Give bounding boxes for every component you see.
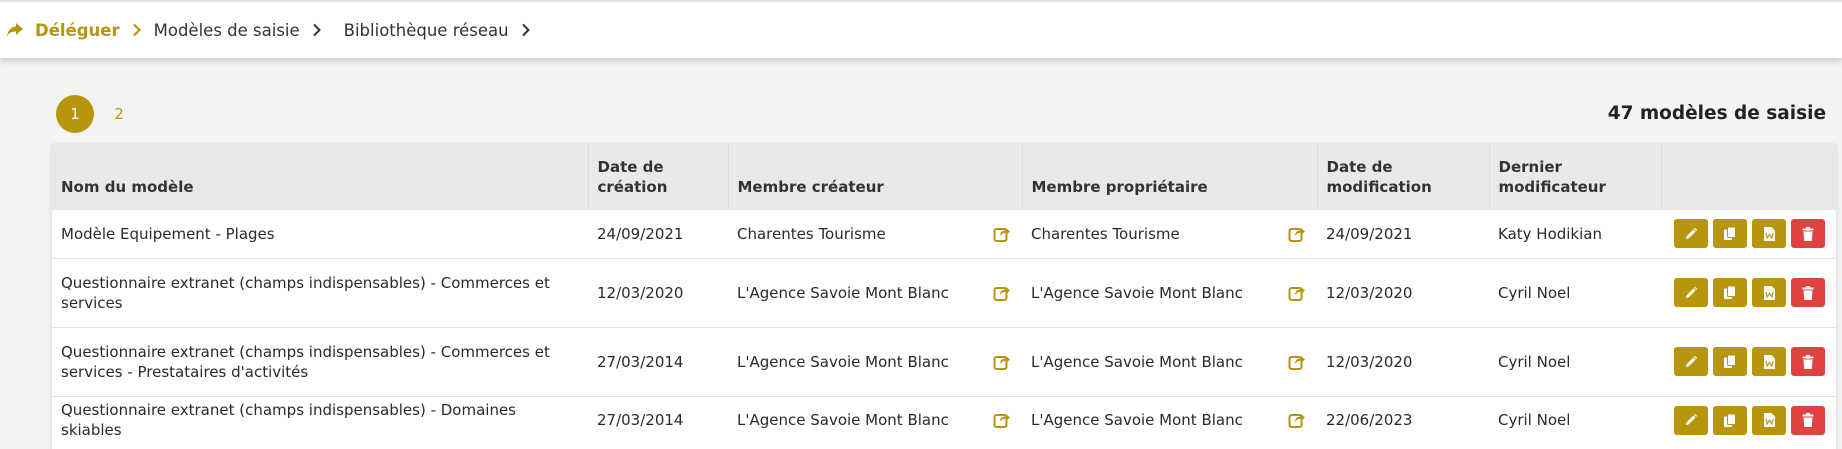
word-doc-icon — [1763, 285, 1775, 300]
breadcrumb-deleguer[interactable]: Déléguer — [35, 21, 120, 40]
cell-creator: L'Agence Savoie Mont Blanc — [728, 326, 1022, 396]
word-doc-icon — [1763, 354, 1775, 369]
copy-icon — [1724, 354, 1736, 368]
external-link-icon[interactable] — [993, 411, 1011, 429]
col-header-creator[interactable]: Membre créateur — [728, 144, 1023, 209]
col-header-created[interactable]: Date de création — [588, 144, 729, 209]
models-table: Nom du modèle Date de création Membre cré… — [52, 144, 1836, 449]
breadcrumb-modeles[interactable]: Modèles de saisie — [154, 21, 300, 40]
pencil-icon — [1686, 414, 1698, 426]
trash-icon — [1802, 226, 1814, 241]
delete-button[interactable] — [1791, 278, 1825, 307]
cell-name: Modèle Equipement - Plages — [52, 208, 588, 258]
edit-button[interactable] — [1674, 278, 1708, 307]
external-link-icon[interactable] — [1288, 225, 1306, 243]
export-word-button[interactable] — [1752, 219, 1786, 248]
word-doc-icon — [1763, 226, 1775, 241]
cell-modified: 22/06/2023 — [1317, 395, 1489, 444]
cell-actions — [1661, 257, 1836, 327]
cell-modifier: Cyril Noel — [1489, 257, 1661, 327]
table-row[interactable]: Questionnaire extranet (champs indispens… — [52, 257, 1836, 327]
trash-icon — [1802, 413, 1814, 428]
pagination: 1 2 — [56, 95, 138, 133]
cell-modifier: Katy Hodikian — [1489, 208, 1661, 258]
cell-modified: 12/03/2020 — [1317, 257, 1489, 327]
col-header-modified[interactable]: Date de modification — [1317, 144, 1490, 209]
external-link-icon[interactable] — [1288, 353, 1306, 371]
external-link-icon[interactable] — [1288, 411, 1306, 429]
duplicate-button[interactable] — [1713, 405, 1747, 435]
share-arrow-icon — [5, 21, 25, 39]
copy-icon — [1724, 285, 1736, 299]
cell-actions — [1661, 395, 1836, 444]
trash-icon — [1802, 354, 1814, 369]
cell-owner: L'Agence Savoie Mont Blanc — [1022, 326, 1317, 396]
word-doc-icon — [1763, 413, 1775, 428]
chevron-right-icon — [128, 21, 146, 39]
col-header-name[interactable]: Nom du modèle — [52, 144, 589, 209]
cell-created: 27/03/2014 — [588, 326, 728, 396]
cell-actions — [1661, 326, 1836, 396]
copy-icon — [1724, 413, 1736, 427]
external-link-icon[interactable] — [1288, 284, 1306, 302]
col-header-modifier[interactable]: Dernier modificateur — [1489, 144, 1662, 209]
export-word-button[interactable] — [1752, 405, 1786, 435]
cell-name: Questionnaire extranet (champs indispens… — [52, 326, 588, 396]
cell-owner: L'Agence Savoie Mont Blanc — [1022, 257, 1317, 327]
table-row[interactable]: Modèle Equipement - Plages 24/09/2021 Ch… — [52, 208, 1836, 258]
duplicate-button[interactable] — [1713, 278, 1747, 307]
export-word-button[interactable] — [1752, 278, 1786, 307]
cell-created: 24/09/2021 — [588, 208, 728, 258]
cell-creator: L'Agence Savoie Mont Blanc — [728, 395, 1022, 444]
trash-icon — [1802, 285, 1814, 300]
delete-button[interactable] — [1791, 347, 1825, 376]
delete-button[interactable] — [1791, 405, 1825, 435]
external-link-icon[interactable] — [993, 225, 1011, 243]
cell-owner: L'Agence Savoie Mont Blanc — [1022, 395, 1317, 444]
page-2-button[interactable]: 2 — [100, 95, 138, 133]
cell-modifier: Cyril Noel — [1489, 326, 1661, 396]
models-count: 47 modèles de saisie — [1607, 103, 1826, 124]
copy-icon — [1724, 226, 1736, 240]
cell-owner: Charentes Tourisme — [1022, 208, 1317, 258]
cell-modified: 12/03/2020 — [1317, 326, 1489, 396]
cell-modifier: Cyril Noel — [1489, 395, 1661, 444]
cell-modified: 24/09/2021 — [1317, 208, 1489, 258]
cell-actions — [1661, 208, 1836, 258]
table-header-row: Nom du modèle Date de création Membre cré… — [52, 144, 1836, 209]
table-row[interactable]: Questionnaire extranet (champs indispens… — [52, 395, 1836, 444]
cell-created: 12/03/2020 — [588, 257, 728, 327]
cell-creator: L'Agence Savoie Mont Blanc — [728, 257, 1022, 327]
pencil-icon — [1686, 355, 1698, 367]
edit-button[interactable] — [1674, 219, 1708, 248]
table-row[interactable]: Questionnaire extranet (champs indispens… — [52, 326, 1836, 396]
chevron-right-icon — [308, 21, 326, 39]
pencil-icon — [1686, 227, 1698, 239]
col-header-owner[interactable]: Membre propriétaire — [1022, 144, 1318, 209]
cell-created: 27/03/2014 — [588, 395, 728, 444]
external-link-icon[interactable] — [993, 284, 1011, 302]
cell-creator: Charentes Tourisme — [728, 208, 1022, 258]
breadcrumb-bar: Déléguer Modèles de saisie Bibliothèque … — [0, 0, 1842, 58]
delete-button[interactable] — [1791, 219, 1825, 248]
page-1-button[interactable]: 1 — [56, 95, 94, 133]
edit-button[interactable] — [1674, 405, 1708, 435]
export-word-button[interactable] — [1752, 347, 1786, 376]
breadcrumb-bibliotheque[interactable]: Bibliothèque réseau — [344, 21, 509, 40]
cell-name: Questionnaire extranet (champs indispens… — [52, 395, 588, 444]
duplicate-button[interactable] — [1713, 347, 1747, 376]
external-link-icon[interactable] — [993, 353, 1011, 371]
pencil-icon — [1686, 286, 1698, 298]
col-header-actions — [1661, 144, 1836, 209]
cell-name: Questionnaire extranet (champs indispens… — [52, 257, 588, 327]
chevron-right-icon — [517, 21, 535, 39]
edit-button[interactable] — [1674, 347, 1708, 376]
duplicate-button[interactable] — [1713, 219, 1747, 248]
